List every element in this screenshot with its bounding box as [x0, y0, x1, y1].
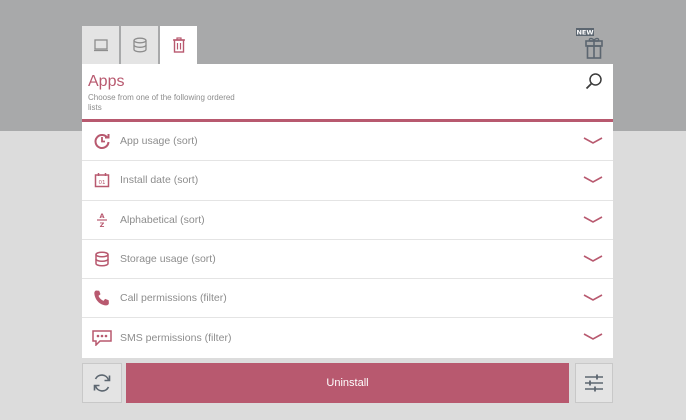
tab-bar — [82, 26, 197, 64]
sliders-icon — [585, 374, 603, 392]
refresh-icon — [93, 374, 111, 392]
svg-text:A: A — [99, 212, 104, 220]
apps-panel: Apps Choose from one of the following or… — [82, 64, 613, 358]
refresh-button[interactable] — [82, 363, 122, 403]
database-icon — [92, 249, 112, 269]
svg-text:Z: Z — [100, 221, 105, 229]
chevron-down-icon[interactable] — [583, 175, 603, 185]
page-subtitle: Choose from one of the following ordered… — [88, 93, 235, 112]
alpha-sort-icon: A Z — [92, 210, 112, 230]
bottom-action-bar: Uninstall — [82, 363, 613, 403]
list-item-label: Alphabetical (sort) — [120, 213, 205, 226]
database-icon — [132, 37, 147, 53]
list-item-label: App usage (sort) — [120, 135, 198, 148]
calendar-icon: 01 — [92, 170, 112, 190]
sort-filter-list: App usage (sort) 01 Install date (sort) — [82, 122, 613, 358]
phone-icon — [92, 288, 112, 308]
tab-storage[interactable] — [121, 26, 158, 64]
svg-text:01: 01 — [99, 180, 106, 186]
badge-label: NEW — [576, 29, 593, 37]
chevron-down-icon[interactable] — [583, 136, 603, 146]
tab-apps[interactable] — [160, 26, 197, 64]
tab-hardware[interactable] — [82, 26, 119, 64]
list-item-call-permissions[interactable]: Call permissions (filter) — [82, 279, 613, 319]
clock-arrow-icon — [92, 131, 112, 151]
gift-icon: NEW — [576, 28, 603, 59]
list-item-label: SMS permissions (filter) — [120, 332, 232, 345]
chevron-down-icon[interactable] — [583, 254, 603, 264]
trash-icon — [172, 37, 185, 53]
chevron-down-icon[interactable] — [583, 332, 603, 342]
list-item-storage-usage[interactable]: Storage usage (sort) — [82, 240, 613, 280]
list-item-sms-permissions[interactable]: SMS permissions (filter) — [82, 318, 613, 357]
chevron-down-icon[interactable] — [583, 293, 603, 303]
list-item-label: Call permissions (filter) — [120, 292, 227, 305]
list-item-install-date[interactable]: 01 Install date (sort) — [82, 161, 613, 201]
page-title: Apps — [88, 73, 125, 90]
uninstall-button[interactable]: Uninstall — [126, 363, 569, 403]
list-item-alphabetical[interactable]: A Z Alphabetical (sort) — [82, 201, 613, 240]
list-item-label: Install date (sort) — [120, 174, 199, 187]
list-item-app-usage[interactable]: App usage (sort) — [82, 122, 613, 162]
settings-button[interactable] — [575, 363, 613, 403]
chip-icon — [93, 39, 108, 52]
panel-header: Apps Choose from one of the following or… — [82, 64, 613, 122]
chevron-down-icon[interactable] — [583, 215, 603, 225]
new-feature-badge[interactable]: NEW — [576, 28, 606, 60]
list-item-label: Storage usage (sort) — [120, 253, 216, 266]
message-icon — [92, 328, 112, 348]
search-icon[interactable] — [585, 72, 603, 90]
